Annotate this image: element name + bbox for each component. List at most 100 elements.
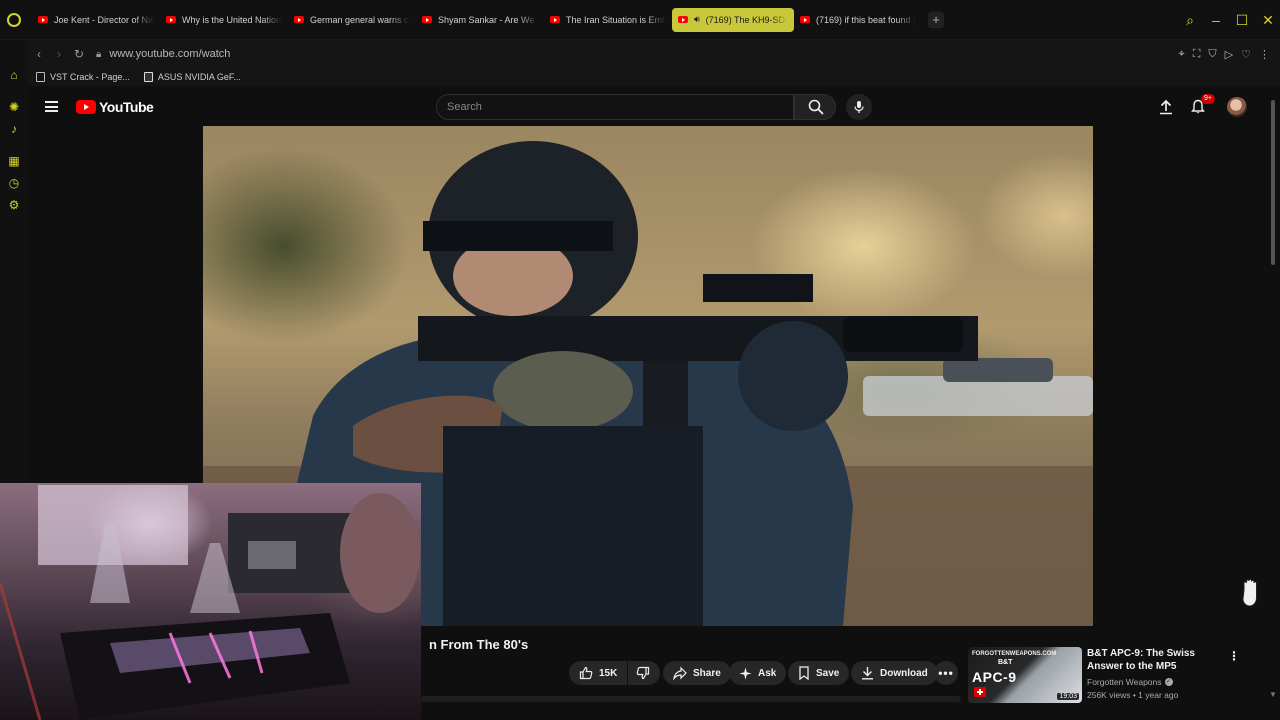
search-icon: [808, 99, 824, 115]
thumbs-down-icon: [636, 666, 650, 680]
youtube-favicon-icon: [294, 16, 304, 23]
thumbs-up-icon: [579, 666, 593, 680]
bot-icon[interactable]: ⌂: [7, 68, 21, 82]
close-window-icon[interactable]: ✕: [1260, 12, 1276, 29]
openai-icon[interactable]: ✺: [7, 100, 21, 114]
lock-icon[interactable]: 🔒︎: [96, 49, 101, 60]
page-icon: [143, 72, 153, 82]
recommended-channel[interactable]: Forgotten Weapons ✓: [1087, 677, 1173, 687]
back-icon[interactable]: ‹: [30, 47, 48, 61]
bookmark-item[interactable]: VST Crack - Page...: [36, 72, 130, 82]
youtube-favicon-icon: [38, 16, 48, 23]
youtube-header: YouTube 9+: [28, 86, 1268, 128]
scroll-down-arrow-icon[interactable]: ▼: [1269, 690, 1277, 699]
search-button[interactable]: [794, 94, 836, 120]
tiktok-icon[interactable]: ♪: [7, 122, 21, 136]
browser-tab[interactable]: Shyam Sankar - Are We S: [416, 8, 544, 32]
player-icon[interactable]: ▷: [1225, 48, 1233, 61]
reload-icon[interactable]: ↻: [70, 47, 88, 61]
minimize-icon[interactable]: –: [1208, 12, 1224, 28]
more-actions-button[interactable]: •••: [934, 661, 958, 685]
speaker-icon[interactable]: 🔊︎: [694, 14, 700, 25]
apps-icon[interactable]: ▦: [7, 154, 21, 168]
browser-tab[interactable]: (7169) if this beat found yo: [794, 8, 922, 32]
ask-button[interactable]: Ask: [729, 661, 787, 685]
scrollbar-thumb[interactable]: [1271, 100, 1275, 265]
webcam-scene-image: [0, 485, 420, 720]
swiss-flag-icon: [974, 687, 986, 697]
youtube-favicon-icon: [422, 16, 432, 23]
browser-tab-bar: Joe Kent - Director of Nati Why is the Un…: [0, 0, 1280, 40]
search-box: [436, 94, 794, 120]
menu-dots-icon[interactable]: ⋮: [1259, 48, 1270, 61]
dislike-button[interactable]: [628, 661, 660, 685]
ask-label: Ask: [758, 667, 777, 679]
tab-list: Joe Kent - Director of Nati Why is the Un…: [32, 7, 922, 32]
webcam-overlay: [0, 483, 421, 720]
save-label: Save: [816, 667, 840, 679]
bookmark-item[interactable]: ASUS NVIDIA GeF...: [143, 72, 241, 82]
download-icon: [862, 667, 873, 680]
browser-tab[interactable]: Why is the United Nations: [160, 8, 288, 32]
search-input[interactable]: [437, 95, 793, 119]
address-bar-actions: ⌖ ⛶ ⛉ ▷ ♡ ⋮: [1179, 40, 1271, 68]
notification-badge: 9+: [1201, 94, 1215, 104]
upload-icon[interactable]: [1158, 99, 1174, 115]
history-icon[interactable]: ◷: [7, 176, 21, 190]
hamburger-menu-icon[interactable]: [45, 101, 58, 112]
new-tab-button[interactable]: +: [928, 11, 944, 28]
tab-label: Joe Kent - Director of Nati: [54, 14, 154, 25]
recommended-video-title[interactable]: B&T APC-9: The Swiss Answer to the MP5: [1087, 647, 1227, 673]
share-icon: [673, 666, 687, 680]
download-button[interactable]: Download: [851, 661, 938, 685]
verified-check-icon: ✓: [1164, 678, 1173, 686]
maximize-icon[interactable]: ☐: [1234, 12, 1250, 29]
screenshot-icon[interactable]: ⛶: [1193, 48, 1201, 61]
tab-label: (7169) if this beat found yo: [816, 14, 916, 25]
browser-tab[interactable]: German general warns of: [288, 8, 416, 32]
bookmark-label: ASUS NVIDIA GeF...: [157, 72, 241, 82]
heart-icon[interactable]: ♡: [1241, 48, 1251, 61]
like-button[interactable]: 15K: [569, 661, 627, 685]
channel-name: Forgotten Weapons: [1087, 677, 1162, 687]
youtube-favicon-icon: [166, 16, 176, 23]
browser-tab[interactable]: Joe Kent - Director of Nati: [32, 8, 160, 32]
url-field[interactable]: www.youtube.com/watch: [109, 48, 230, 60]
shield-icon[interactable]: ⛉: [1208, 48, 1216, 61]
account-avatar[interactable]: [1227, 97, 1247, 117]
share-label: Share: [693, 667, 721, 679]
search-tabs-icon[interactable]: ⌕: [1182, 12, 1198, 29]
address-bar: ‹ › ↻ 🔒︎ www.youtube.com/watch ⌖ ⛶ ⛉ ▷ ♡…: [28, 40, 1280, 68]
forward-icon[interactable]: ›: [50, 47, 68, 61]
settings-icon[interactable]: ⚙: [7, 198, 21, 212]
youtube-favicon-icon: [800, 16, 810, 23]
more-dots-icon: •••: [938, 666, 954, 680]
voice-search-button[interactable]: [846, 94, 872, 120]
pin-icon[interactable]: ⌖: [1179, 48, 1185, 61]
download-label: Download: [880, 667, 928, 679]
recommendation-menu-icon[interactable]: ⋮: [1228, 649, 1240, 663]
youtube-play-icon: [76, 100, 96, 114]
youtube-wordmark: YouTube: [99, 99, 154, 115]
browser-tab[interactable]: The Iran Situation is Emba: [544, 8, 672, 32]
sparkle-icon: [739, 667, 752, 679]
video-duration: 19:03: [1057, 693, 1079, 700]
recommended-video-meta: 256K views • 1 year ago: [1087, 690, 1178, 700]
recommended-video-thumbnail[interactable]: FORGOTTENWEAPONS.COM B&T APC-9 19:03: [968, 647, 1082, 703]
browser-tab[interactable]: 🔊︎ (7169) The KH9-SD: I: [672, 7, 794, 32]
thumbnail-maker-text: B&T: [998, 659, 1013, 666]
page-icon: [36, 72, 45, 82]
tab-label: (7169) The KH9-SD: I: [705, 14, 788, 25]
like-count: 15K: [599, 667, 618, 679]
save-button[interactable]: Save: [788, 661, 850, 685]
thumbnail-model-text: APC-9: [972, 669, 1017, 685]
youtube-logo[interactable]: YouTube: [76, 99, 154, 115]
browser-logo-icon[interactable]: [0, 0, 28, 40]
tab-label: Why is the United Nations: [182, 14, 282, 25]
window-controls: ⌕ – ☐ ✕: [1182, 0, 1276, 40]
youtube-favicon-icon: [550, 16, 560, 23]
video-title: n From The 80's: [429, 637, 529, 652]
hand-cursor-icon: [1242, 578, 1257, 607]
share-button[interactable]: Share: [663, 661, 731, 685]
tab-label: German general warns of: [310, 14, 410, 25]
